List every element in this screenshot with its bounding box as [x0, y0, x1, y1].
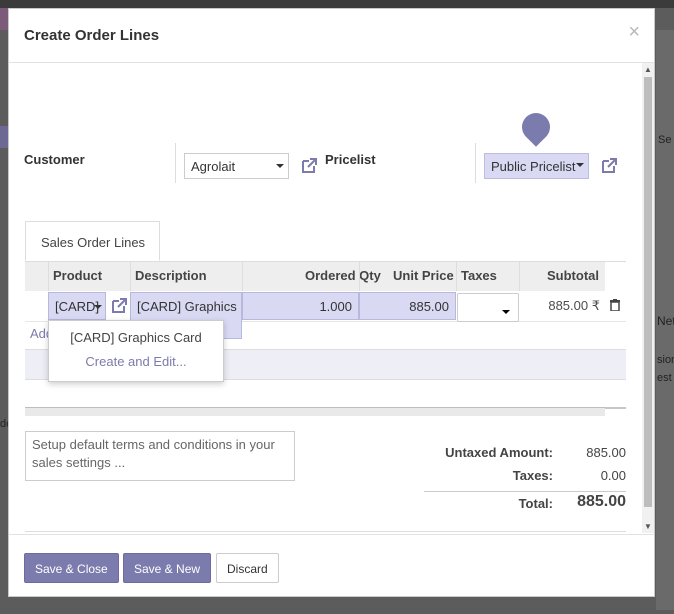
customer-label: Customer [24, 152, 85, 167]
column-taxes[interactable]: Taxes [461, 268, 497, 283]
untaxed-amount-label: Untaxed Amount: [445, 445, 553, 460]
product-autocomplete-dropdown: [CARD] Graphics Card Create and Edit... [48, 320, 224, 382]
background-text: Se [658, 134, 672, 146]
scrollbar-thumb[interactable] [644, 77, 652, 507]
column-separator [242, 262, 243, 291]
subtotal-value: 885.00 ₹ [548, 298, 600, 313]
column-separator [359, 262, 360, 291]
field-divider [175, 143, 176, 183]
scroll-down-icon[interactable]: ▼ [644, 522, 652, 531]
tab-label: Sales Order Lines [41, 235, 146, 250]
external-link-icon[interactable] [110, 297, 128, 315]
discard-button[interactable]: Discard [216, 553, 279, 583]
taxes-select[interactable] [457, 293, 519, 322]
product-input[interactable]: [CARD] [48, 292, 106, 320]
table-row: [CARD] [CARD] Graphics 1.000 885.00 885.… [25, 291, 626, 339]
customer-select[interactable]: Agrolait [184, 153, 289, 179]
pricelist-select[interactable]: Public Pricelist [484, 153, 589, 179]
tab-sales-order-lines[interactable]: Sales Order Lines [25, 221, 160, 261]
scroll-up-icon[interactable]: ▲ [644, 65, 652, 74]
taxes-label: Taxes: [512, 468, 553, 483]
chevron-down-icon [502, 310, 510, 314]
column-separator [130, 262, 131, 291]
background-text: Net [657, 314, 674, 328]
unit-price-input[interactable]: 885.00 [359, 292, 456, 320]
unit-price-value: 885.00 [409, 299, 449, 314]
pricelist-value: Public Pricelist [491, 159, 576, 174]
terms-conditions-field[interactable]: Setup default terms and conditions in yo… [25, 431, 295, 481]
background-topbar [0, 0, 674, 8]
order-lines-header: Product Description Ordered Qty Unit Pri… [25, 262, 605, 292]
product-value: [CARD] [55, 299, 100, 314]
chevron-down-icon [94, 305, 102, 309]
autocomplete-item[interactable]: [CARD] Graphics Card [49, 330, 223, 345]
pricelist-label: Pricelist [325, 152, 376, 167]
description-value: [CARD] Graphics [137, 299, 237, 314]
background-menu-badge [0, 126, 8, 148]
close-icon[interactable]: × [628, 21, 640, 44]
column-description[interactable]: Description [135, 268, 207, 283]
map-pin-icon [516, 107, 556, 147]
chevron-down-icon [276, 164, 284, 168]
dialog-header: Create Order Lines × [9, 9, 654, 63]
customer-value: Agrolait [191, 159, 236, 174]
total-label: Total: [518, 496, 553, 511]
background-app-badge [0, 8, 8, 30]
create-order-lines-dialog: Create Order Lines × Customer Agrolait P… [8, 8, 655, 597]
chevron-down-icon [576, 163, 584, 167]
vertical-scrollbar[interactable]: ▲ ▼ [642, 63, 654, 533]
dialog-title: Create Order Lines [24, 27, 160, 44]
external-link-icon[interactable] [600, 157, 618, 175]
column-separator [48, 262, 49, 291]
column-subtotal[interactable]: Subtotal [547, 268, 599, 283]
background-text: sion [657, 354, 674, 366]
horizontal-scrollbar[interactable] [25, 407, 605, 416]
totals-divider [424, 491, 626, 492]
dialog-footer: Save & Close Save & New Discard [9, 534, 654, 597]
untaxed-amount-value: 885.00 [586, 445, 626, 460]
column-product[interactable]: Product [53, 268, 102, 283]
column-ordered-qty[interactable]: Ordered Qty [305, 268, 381, 283]
column-unit-price[interactable]: Unit Price [393, 268, 454, 283]
save-new-button[interactable]: Save & New [123, 553, 212, 583]
qty-value: 1.000 [319, 299, 352, 314]
ordered-qty-input[interactable]: 1.000 [242, 292, 359, 320]
total-value: 885.00 [577, 493, 626, 510]
field-divider [475, 143, 476, 183]
background-text: est [657, 372, 672, 384]
trash-icon[interactable] [610, 299, 620, 311]
form-divider [25, 531, 626, 532]
dialog-body: Customer Agrolait Pricelist Public Price… [9, 63, 641, 533]
external-link-icon[interactable] [300, 157, 318, 175]
column-separator [519, 262, 520, 291]
taxes-value: 0.00 [600, 468, 626, 483]
create-and-edit-item[interactable]: Create and Edit... [49, 354, 223, 369]
save-close-button[interactable]: Save & Close [24, 553, 119, 583]
column-separator [456, 262, 457, 291]
